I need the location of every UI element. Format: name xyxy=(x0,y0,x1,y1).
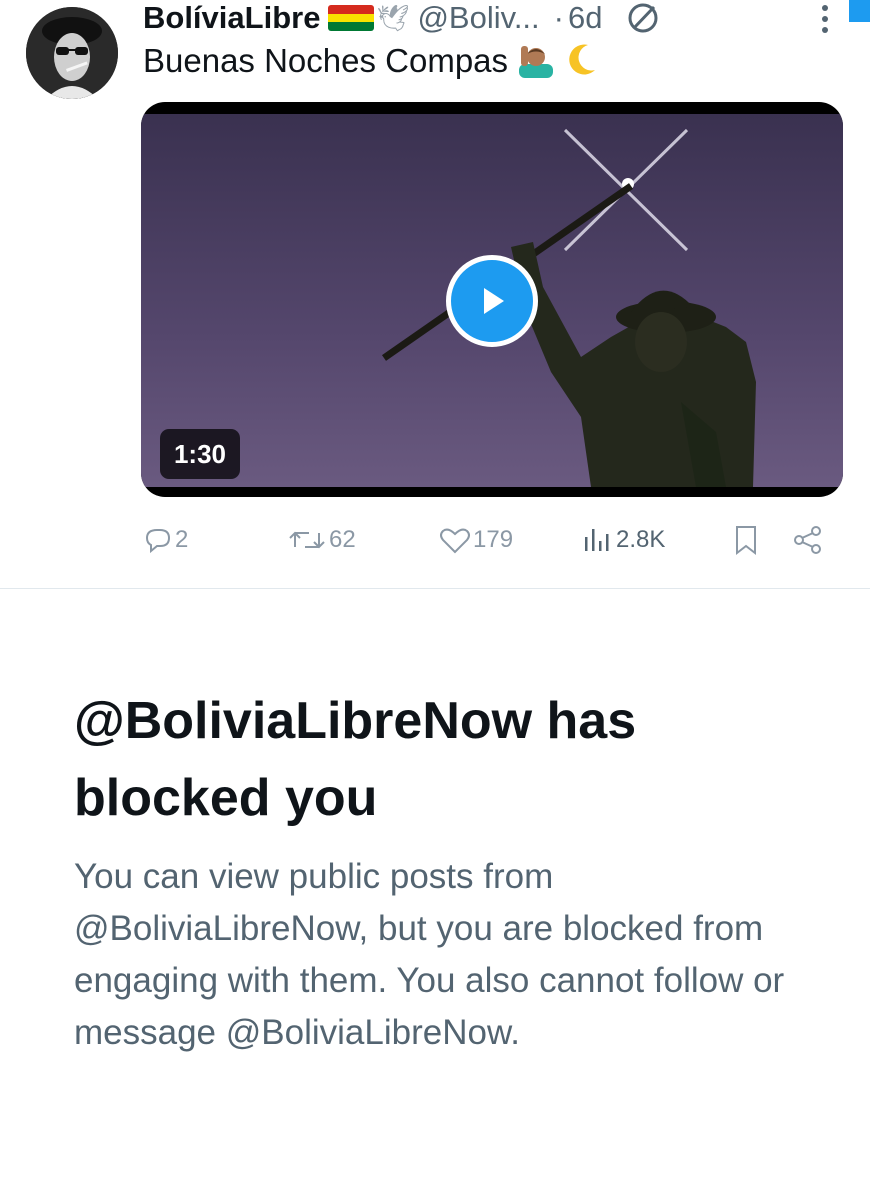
author-avatar[interactable] xyxy=(26,7,118,99)
post-actions: 2 62 179 2.8K xyxy=(0,518,870,562)
post-header: BolíviaLibre 🕊 @Boliv... · 6d xyxy=(143,0,870,36)
repost-icon xyxy=(289,531,325,549)
views-icon xyxy=(585,529,609,551)
post-time[interactable]: 6d xyxy=(568,0,602,36)
bookmark-button[interactable] xyxy=(732,518,760,562)
bookmark-icon xyxy=(736,526,756,556)
play-icon xyxy=(484,288,504,314)
more-icon[interactable] xyxy=(820,4,830,34)
divider xyxy=(0,588,870,589)
blocked-description: You can view public posts from @BoliviaL… xyxy=(74,857,785,1052)
post-text-content: Buenas Noches Compas xyxy=(143,42,509,79)
share-button[interactable] xyxy=(792,518,824,562)
repost-count: 62 xyxy=(329,526,356,553)
blocked-title: @BoliviaLibreNow has blocked you xyxy=(74,692,637,827)
repost-button[interactable]: 62 xyxy=(287,518,356,562)
views-count: 2.8K xyxy=(616,526,666,553)
like-button[interactable]: 179 xyxy=(439,518,513,562)
like-icon xyxy=(440,528,470,554)
play-button[interactable] xyxy=(446,255,538,347)
bolivia-flag-icon xyxy=(328,5,375,31)
separator-dot: · xyxy=(553,0,564,35)
video-duration: 1:30 xyxy=(160,429,240,479)
top-corner-badge xyxy=(849,0,870,22)
reply-icon xyxy=(145,529,171,554)
moon-icon xyxy=(564,42,598,86)
not-interested-icon[interactable] xyxy=(626,1,660,35)
share-icon xyxy=(794,526,821,554)
reply-button[interactable]: 2 xyxy=(143,518,188,562)
reply-count: 2 xyxy=(175,526,189,553)
person-raising-hand-icon xyxy=(517,42,555,86)
post-text: Buenas Noches Compas xyxy=(143,42,598,86)
views-button[interactable]: 2.8K xyxy=(582,518,665,562)
author-handle[interactable]: @Boliv... xyxy=(417,0,539,36)
dove-icon: 🕊 xyxy=(376,2,410,33)
author-name[interactable]: BolíviaLibre xyxy=(143,0,320,36)
like-count: 179 xyxy=(473,526,514,553)
